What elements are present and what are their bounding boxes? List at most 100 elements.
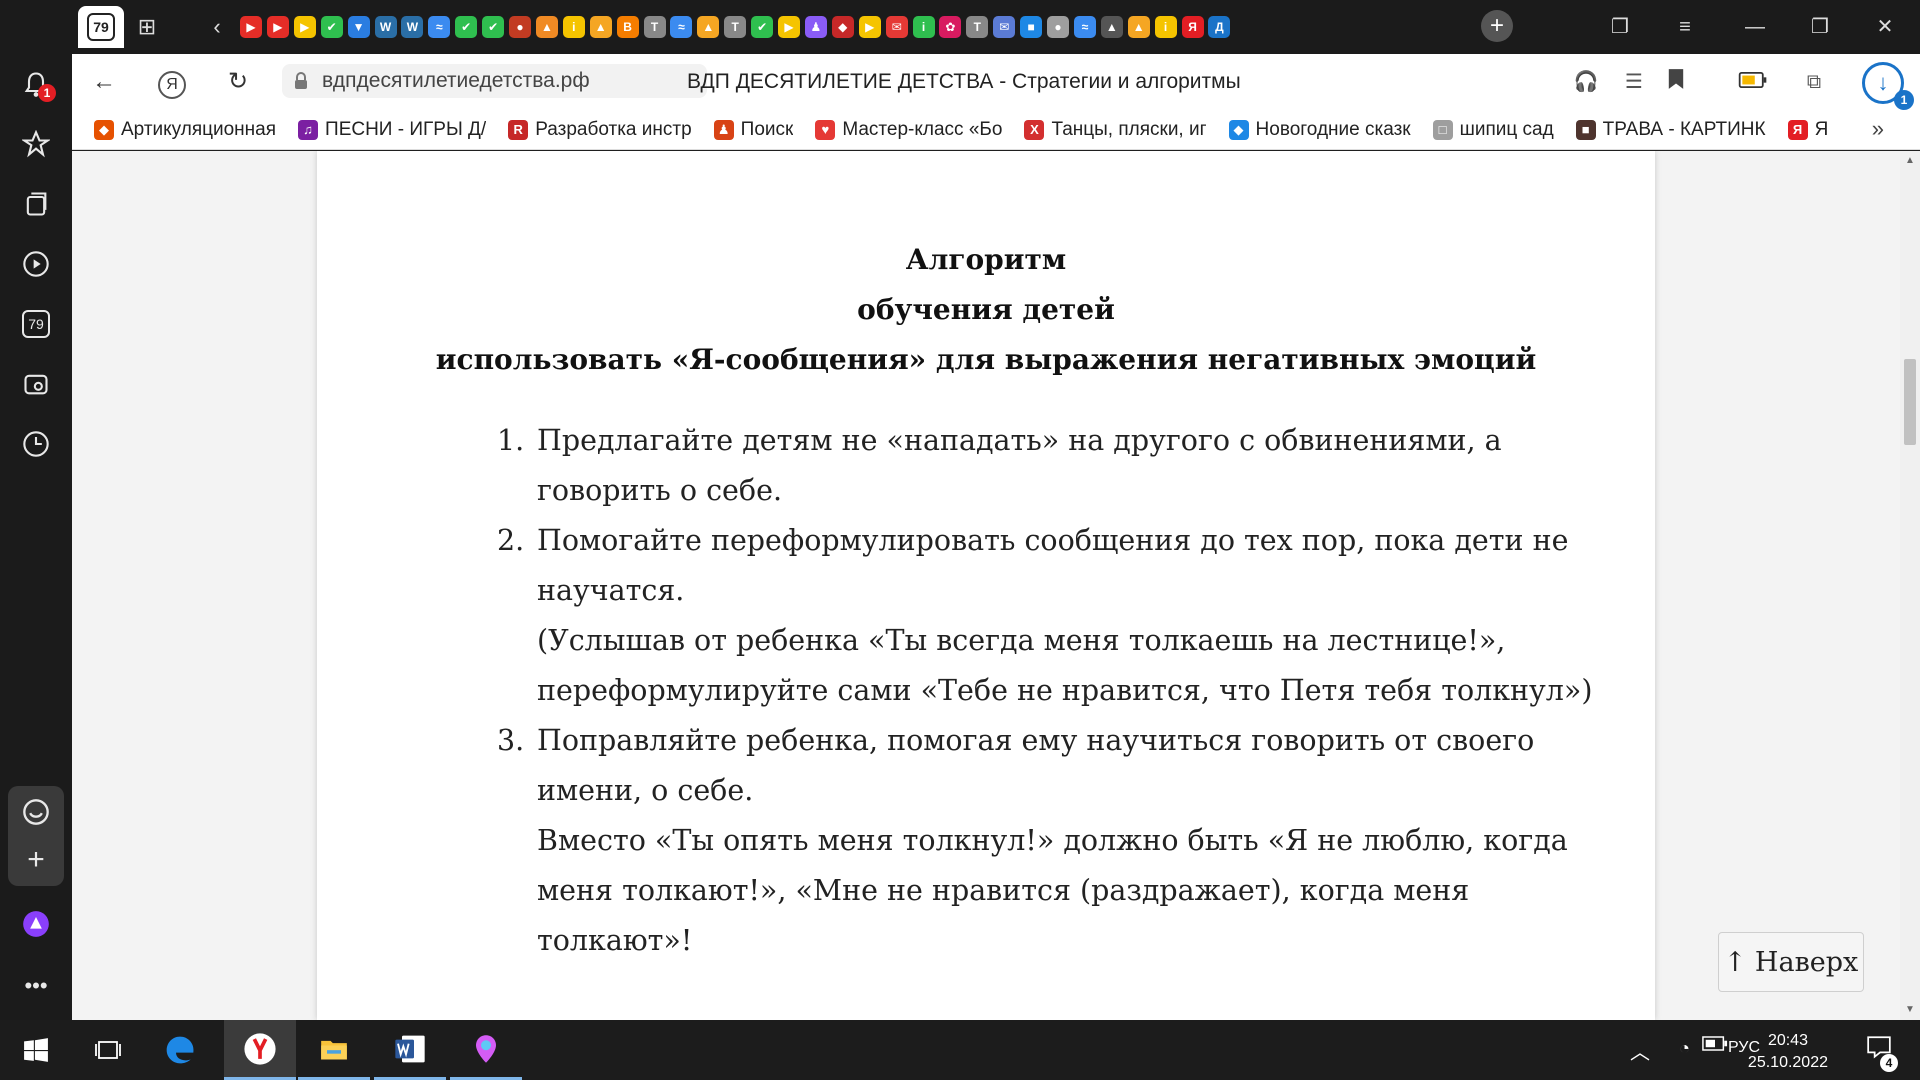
bookmark-item[interactable]: ЯЯ	[1787, 119, 1828, 141]
bookmarks-overflow-icon[interactable]: »	[1872, 116, 1884, 142]
info-tab-icon[interactable]: i	[562, 16, 585, 38]
tabs-counter-button[interactable]: 79	[16, 304, 56, 344]
page-scrollbar[interactable]: ▲ ▼	[1900, 151, 1920, 1020]
person-tab-icon[interactable]: ♟	[804, 16, 827, 38]
taskbar-edge[interactable]	[144, 1020, 216, 1080]
wordpress-tab-icon[interactable]: W	[401, 16, 424, 38]
scroll-thumb[interactable]	[1904, 359, 1916, 445]
pizza-tab-icon[interactable]: ▲	[535, 16, 558, 38]
mail-tab-icon[interactable]: ✉	[885, 16, 908, 38]
bookmark-item[interactable]: ◆ Артикуляционная	[94, 119, 276, 141]
extensions-icon[interactable]: ⧉	[1800, 68, 1828, 96]
tray-expand-icon[interactable]: ︿	[1630, 1036, 1650, 1065]
play-tab-icon[interactable]: ▶	[778, 16, 800, 38]
info-tab-icon[interactable]: i	[1154, 16, 1177, 38]
bookmark-item[interactable]: ♫ ПЕСНИ - ИГРЫ Д/	[298, 119, 486, 141]
t-circle-tab-icon[interactable]: T	[643, 16, 666, 38]
yandex-button[interactable]: Я	[156, 66, 188, 99]
battery-saver-icon[interactable]	[1738, 68, 1767, 96]
car-tab-icon[interactable]: ◆	[831, 16, 854, 38]
bookmark-favicon-icon: ◆	[94, 119, 114, 140]
wordpress-tab-icon[interactable]: W	[374, 16, 397, 38]
taskbar-yandex-browser[interactable]	[224, 1020, 296, 1080]
youtube-tab-icon[interactable]: ▶	[266, 16, 289, 38]
check-tab-icon[interactable]: ✔	[320, 16, 343, 38]
close-window-button[interactable]: ✕	[1870, 12, 1900, 42]
blogger-tab-icon[interactable]: B	[616, 16, 639, 38]
taskbar-word[interactable]	[374, 1020, 446, 1080]
wave-tab-icon[interactable]: ≈	[670, 16, 693, 38]
step-number: 3.	[497, 724, 525, 757]
notifications-button[interactable]: 1	[16, 64, 56, 104]
play-tab-icon[interactable]: ▶	[858, 16, 881, 38]
flower-tab-icon[interactable]: ✿	[939, 16, 962, 38]
wave-tab-icon[interactable]: ≈	[1073, 16, 1096, 38]
bookmark-label: Мастер-класс «Бо	[842, 118, 1003, 140]
address-bar[interactable]: вдпдесятилетиедетства.рф	[282, 64, 707, 98]
bookmark-icon[interactable]	[1662, 68, 1690, 96]
history-button[interactable]	[16, 424, 56, 464]
check-tab-icon[interactable]: ✔	[482, 16, 505, 38]
alice-icon	[23, 911, 49, 937]
bookmark-item[interactable]: ♥ Мастер-класс «Бо	[815, 119, 1002, 141]
check-tab-icon[interactable]: ✔	[751, 16, 774, 38]
algorithm-heading: Алгоритм обучения детей использовать «Я-…	[317, 235, 1655, 385]
picture-tab-icon[interactable]: ▲	[1127, 16, 1150, 38]
info-tab-icon[interactable]: i	[912, 16, 935, 38]
battery-icon[interactable]	[1702, 1036, 1728, 1056]
favorites-button[interactable]	[16, 124, 56, 164]
youtube-tab-icon[interactable]: ▶	[240, 16, 262, 38]
wifi-icon[interactable]: ◔	[1679, 1038, 1690, 1059]
mountain-tab-icon[interactable]: ▲	[1100, 16, 1123, 38]
clock[interactable]: 20:43 25.10.2022	[1748, 1030, 1828, 1074]
bookmark-item[interactable]: □ шипиц сад	[1432, 119, 1554, 141]
bookmark-item[interactable]: X Танцы, пляски, иг	[1024, 119, 1207, 141]
bookmark-item[interactable]: ■ ТРАВА - КАРТИНК	[1575, 119, 1766, 141]
new-tab-button[interactable]: +	[1481, 10, 1513, 42]
alice-chat-button[interactable]	[16, 792, 56, 832]
play-tab-icon[interactable]: ▶	[293, 16, 316, 38]
taskbar-file-explorer[interactable]	[298, 1020, 370, 1080]
apple-tab-icon[interactable]: ●	[509, 16, 531, 38]
scroll-up-icon[interactable]: ▲	[1904, 155, 1916, 167]
tabs-scroll-left-icon[interactable]: ‹	[204, 14, 230, 40]
headphones-icon[interactable]: 🎧	[1572, 68, 1600, 96]
more-icon[interactable]: •••	[16, 966, 56, 1006]
bookmark-item[interactable]: R Разработка инстр	[508, 119, 692, 141]
menu-icon[interactable]: ≡	[1670, 12, 1700, 42]
wave-tab-icon[interactable]: ≈	[428, 16, 451, 38]
back-button[interactable]: ←	[88, 66, 120, 98]
cloud-tab-icon[interactable]: ●	[1047, 16, 1069, 38]
bookmark-item[interactable]: ♟ Поиск	[713, 119, 793, 141]
yandex-tab-icon[interactable]: Я	[1181, 16, 1204, 38]
shield-tab-icon[interactable]: ▼	[347, 16, 370, 38]
bookmark-item[interactable]: ◆ Новогодние сказк	[1228, 119, 1411, 141]
folder-icon	[321, 1040, 347, 1059]
t-circle-tab-icon[interactable]: T	[966, 16, 989, 38]
video-button[interactable]	[16, 244, 56, 284]
picture-tab-icon[interactable]: ▲	[697, 16, 720, 38]
envelope-tab-icon[interactable]: ✉	[993, 16, 1016, 38]
start-button[interactable]	[0, 1020, 72, 1080]
taskbar-maps[interactable]	[450, 1020, 522, 1080]
add-panel-button[interactable]: +	[16, 840, 56, 880]
task-view-button[interactable]	[72, 1020, 144, 1080]
t-circle-tab-icon[interactable]: T	[724, 16, 747, 38]
tab-manager-icon[interactable]: ❐	[1605, 12, 1635, 42]
reader-mode-icon[interactable]: ☰	[1620, 68, 1648, 96]
check-tab-icon[interactable]: ✔	[455, 16, 478, 38]
restore-button[interactable]: ❐	[1805, 12, 1835, 42]
screenshot-button[interactable]	[16, 364, 56, 404]
new-tab-group-icon[interactable]: ⊞	[134, 14, 160, 40]
minimize-button[interactable]: —	[1740, 12, 1770, 42]
tab-counter[interactable]: 79	[78, 6, 124, 48]
reload-button[interactable]: ↻	[222, 66, 254, 98]
chat-tab-icon[interactable]: ■	[1020, 16, 1043, 38]
collections-button[interactable]	[16, 184, 56, 224]
alice-button[interactable]	[16, 904, 56, 944]
heading-line: Алгоритм	[905, 243, 1067, 276]
picture-tab-icon[interactable]: ▲	[589, 16, 612, 38]
scroll-to-top-button[interactable]: ↑ Наверх	[1718, 932, 1864, 992]
scroll-down-icon[interactable]: ▼	[1904, 1004, 1916, 1016]
d-letter-tab-icon[interactable]: Д	[1208, 16, 1231, 38]
